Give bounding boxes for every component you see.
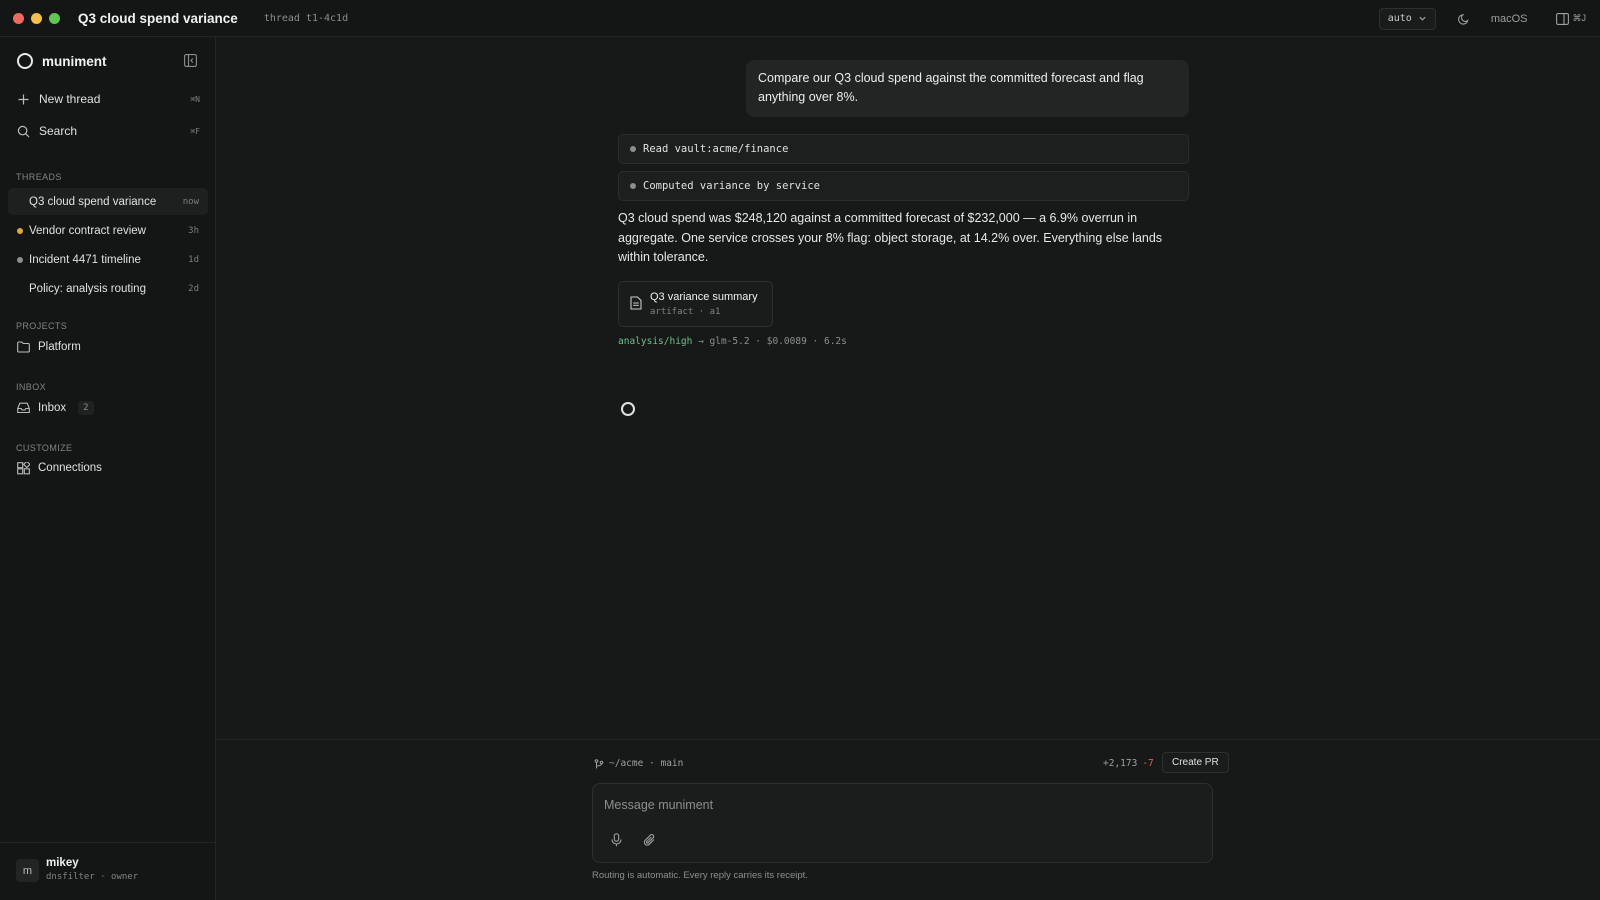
tool-step[interactable]: Read vault:acme/finance: [618, 134, 1189, 164]
create-pr-button[interactable]: Create PR: [1162, 752, 1229, 773]
theme-toggle-moon-icon[interactable]: [1457, 12, 1471, 25]
branch-indicator[interactable]: ~/acme · main: [594, 758, 683, 769]
sidebar-collapse-icon[interactable]: [184, 54, 197, 67]
mode-select[interactable]: auto: [1378, 7, 1436, 30]
thread-title: Incident 4471 timeline: [29, 253, 141, 266]
brand-logo-icon: [17, 53, 33, 69]
user-org: dnsfilter · owner: [46, 872, 139, 882]
inbox-section-label: INBOX: [16, 382, 47, 392]
receipt-separator: ·: [749, 336, 767, 347]
artifact-card[interactable]: Q3 variance summary artifact · a1: [618, 281, 773, 327]
plus-icon: [17, 93, 30, 106]
sidebar: muniment New thread ⌘N Search ⌘F THREADS…: [0, 37, 216, 900]
brand[interactable]: muniment: [17, 53, 107, 69]
receipt-model: glm-5.2: [709, 336, 750, 347]
diff-deletions: -7: [1142, 758, 1154, 769]
sidebar-item-label: Connections: [38, 462, 102, 474]
thread-title: Q3 cloud spend variance: [29, 195, 157, 208]
receipt-cost: $0.0089: [766, 336, 807, 347]
user-name: mikey: [46, 857, 79, 869]
assistant-answer: Q3 cloud spend was $248,120 against a co…: [618, 211, 1163, 264]
maximize-window-button[interactable]: [49, 12, 60, 24]
new-thread-label: New thread: [39, 92, 101, 106]
artifact-title: Q3 variance summary: [650, 291, 758, 303]
thread-time: 3h: [188, 225, 199, 236]
new-thread-button[interactable]: New thread ⌘N: [8, 85, 208, 113]
tool-status-dot: [630, 183, 636, 189]
git-branch-icon: [594, 758, 604, 769]
chevron-down-icon: [1418, 14, 1427, 23]
loading-indicator: [621, 402, 635, 416]
user-profile[interactable]: m mikey dnsfilter · owner: [0, 842, 215, 900]
thread-title: Vendor contract review: [29, 224, 146, 237]
thread-item[interactable]: Vendor contract review 3h: [8, 217, 208, 244]
sidebar-item-label: Inbox: [38, 402, 67, 414]
thread-item[interactable]: Incident 4471 timeline 1d: [8, 246, 208, 273]
search-button[interactable]: Search ⌘F: [8, 117, 208, 145]
projects-section-label: PROJECTS: [16, 321, 68, 331]
user-message: Compare our Q3 cloud spend against the c…: [746, 60, 1189, 117]
artifact-subtitle: artifact · a1: [650, 307, 721, 317]
window-title: Q3 cloud spend variance: [78, 10, 238, 26]
reply-receipt[interactable]: analysis/high → glm-5.2 · $0.0089 · 6.2s: [618, 336, 847, 347]
search-shortcut: ⌘F: [190, 126, 200, 136]
inbox-count-badge: 2: [78, 401, 94, 415]
message-input[interactable]: [604, 794, 1194, 816]
panel-shortcut: ⌘J: [1572, 13, 1587, 23]
thread-time: 2d: [188, 283, 199, 294]
paperclip-icon[interactable]: [643, 833, 656, 847]
status-dot: [17, 256, 23, 263]
thread-time: 1d: [188, 254, 199, 265]
sidebar-item-platform[interactable]: Platform: [8, 334, 208, 360]
search-label: Search: [39, 124, 78, 138]
receipt-route: analysis/high: [618, 336, 693, 347]
tool-step[interactable]: Computed variance by service: [618, 171, 1189, 201]
microphone-icon[interactable]: [611, 833, 622, 847]
tool-step-label: Read vault:acme/finance: [643, 143, 789, 155]
close-window-button[interactable]: [13, 12, 24, 24]
receipt-latency: 6.2s: [823, 336, 847, 347]
sidebar-item-connections[interactable]: Connections: [8, 455, 208, 481]
message-composer: [592, 783, 1213, 863]
branch-label: ~/acme · main: [609, 758, 684, 769]
panel-toggle-button[interactable]: ⌘J: [1555, 12, 1587, 25]
thread-id: thread t1-4c1d: [263, 12, 349, 24]
diff-stat: +2,173 -7: [1103, 758, 1154, 769]
panel-icon: [1555, 12, 1569, 25]
thread-item[interactable]: Q3 cloud spend variance now: [8, 188, 208, 215]
receipt-arrow: →: [692, 336, 710, 347]
main-panel: Compare our Q3 cloud spend against the c…: [216, 37, 1600, 900]
minimize-window-button[interactable]: [31, 12, 42, 24]
title-bar: Q3 cloud spend variance thread t1-4c1d a…: [0, 0, 1600, 37]
tool-status-dot: [630, 146, 636, 152]
customize-section-label: CUSTOMIZE: [16, 443, 73, 453]
tool-step-label: Computed variance by service: [643, 180, 821, 192]
document-icon: [630, 296, 642, 310]
folder-icon: [17, 341, 30, 353]
new-thread-shortcut: ⌘N: [190, 94, 200, 104]
thread-title: Policy: analysis routing: [29, 282, 146, 295]
sidebar-item-label: Platform: [38, 341, 81, 353]
mode-select-value: auto: [1387, 13, 1412, 24]
window-controls: [13, 12, 60, 24]
connections-icon: [17, 461, 30, 475]
unread-status-dot: [17, 227, 23, 234]
thread-item[interactable]: Policy: analysis routing 2d: [8, 275, 208, 302]
diff-additions: +2,173: [1103, 758, 1138, 769]
platform-label[interactable]: macOS: [1491, 13, 1528, 25]
sidebar-item-inbox[interactable]: Inbox 2: [8, 395, 208, 421]
threads-section-label: THREADS: [16, 172, 62, 182]
brand-name: muniment: [42, 53, 107, 69]
thread-time: now: [182, 196, 199, 207]
composer-area: ~/acme · main +2,173 -7 Create PR Routin…: [216, 739, 1600, 900]
avatar: m: [16, 859, 39, 882]
receipt-separator: ·: [806, 336, 824, 347]
inbox-icon: [17, 402, 30, 414]
search-icon: [17, 125, 30, 138]
routing-footnote: Routing is automatic. Every reply carrie…: [592, 870, 808, 881]
